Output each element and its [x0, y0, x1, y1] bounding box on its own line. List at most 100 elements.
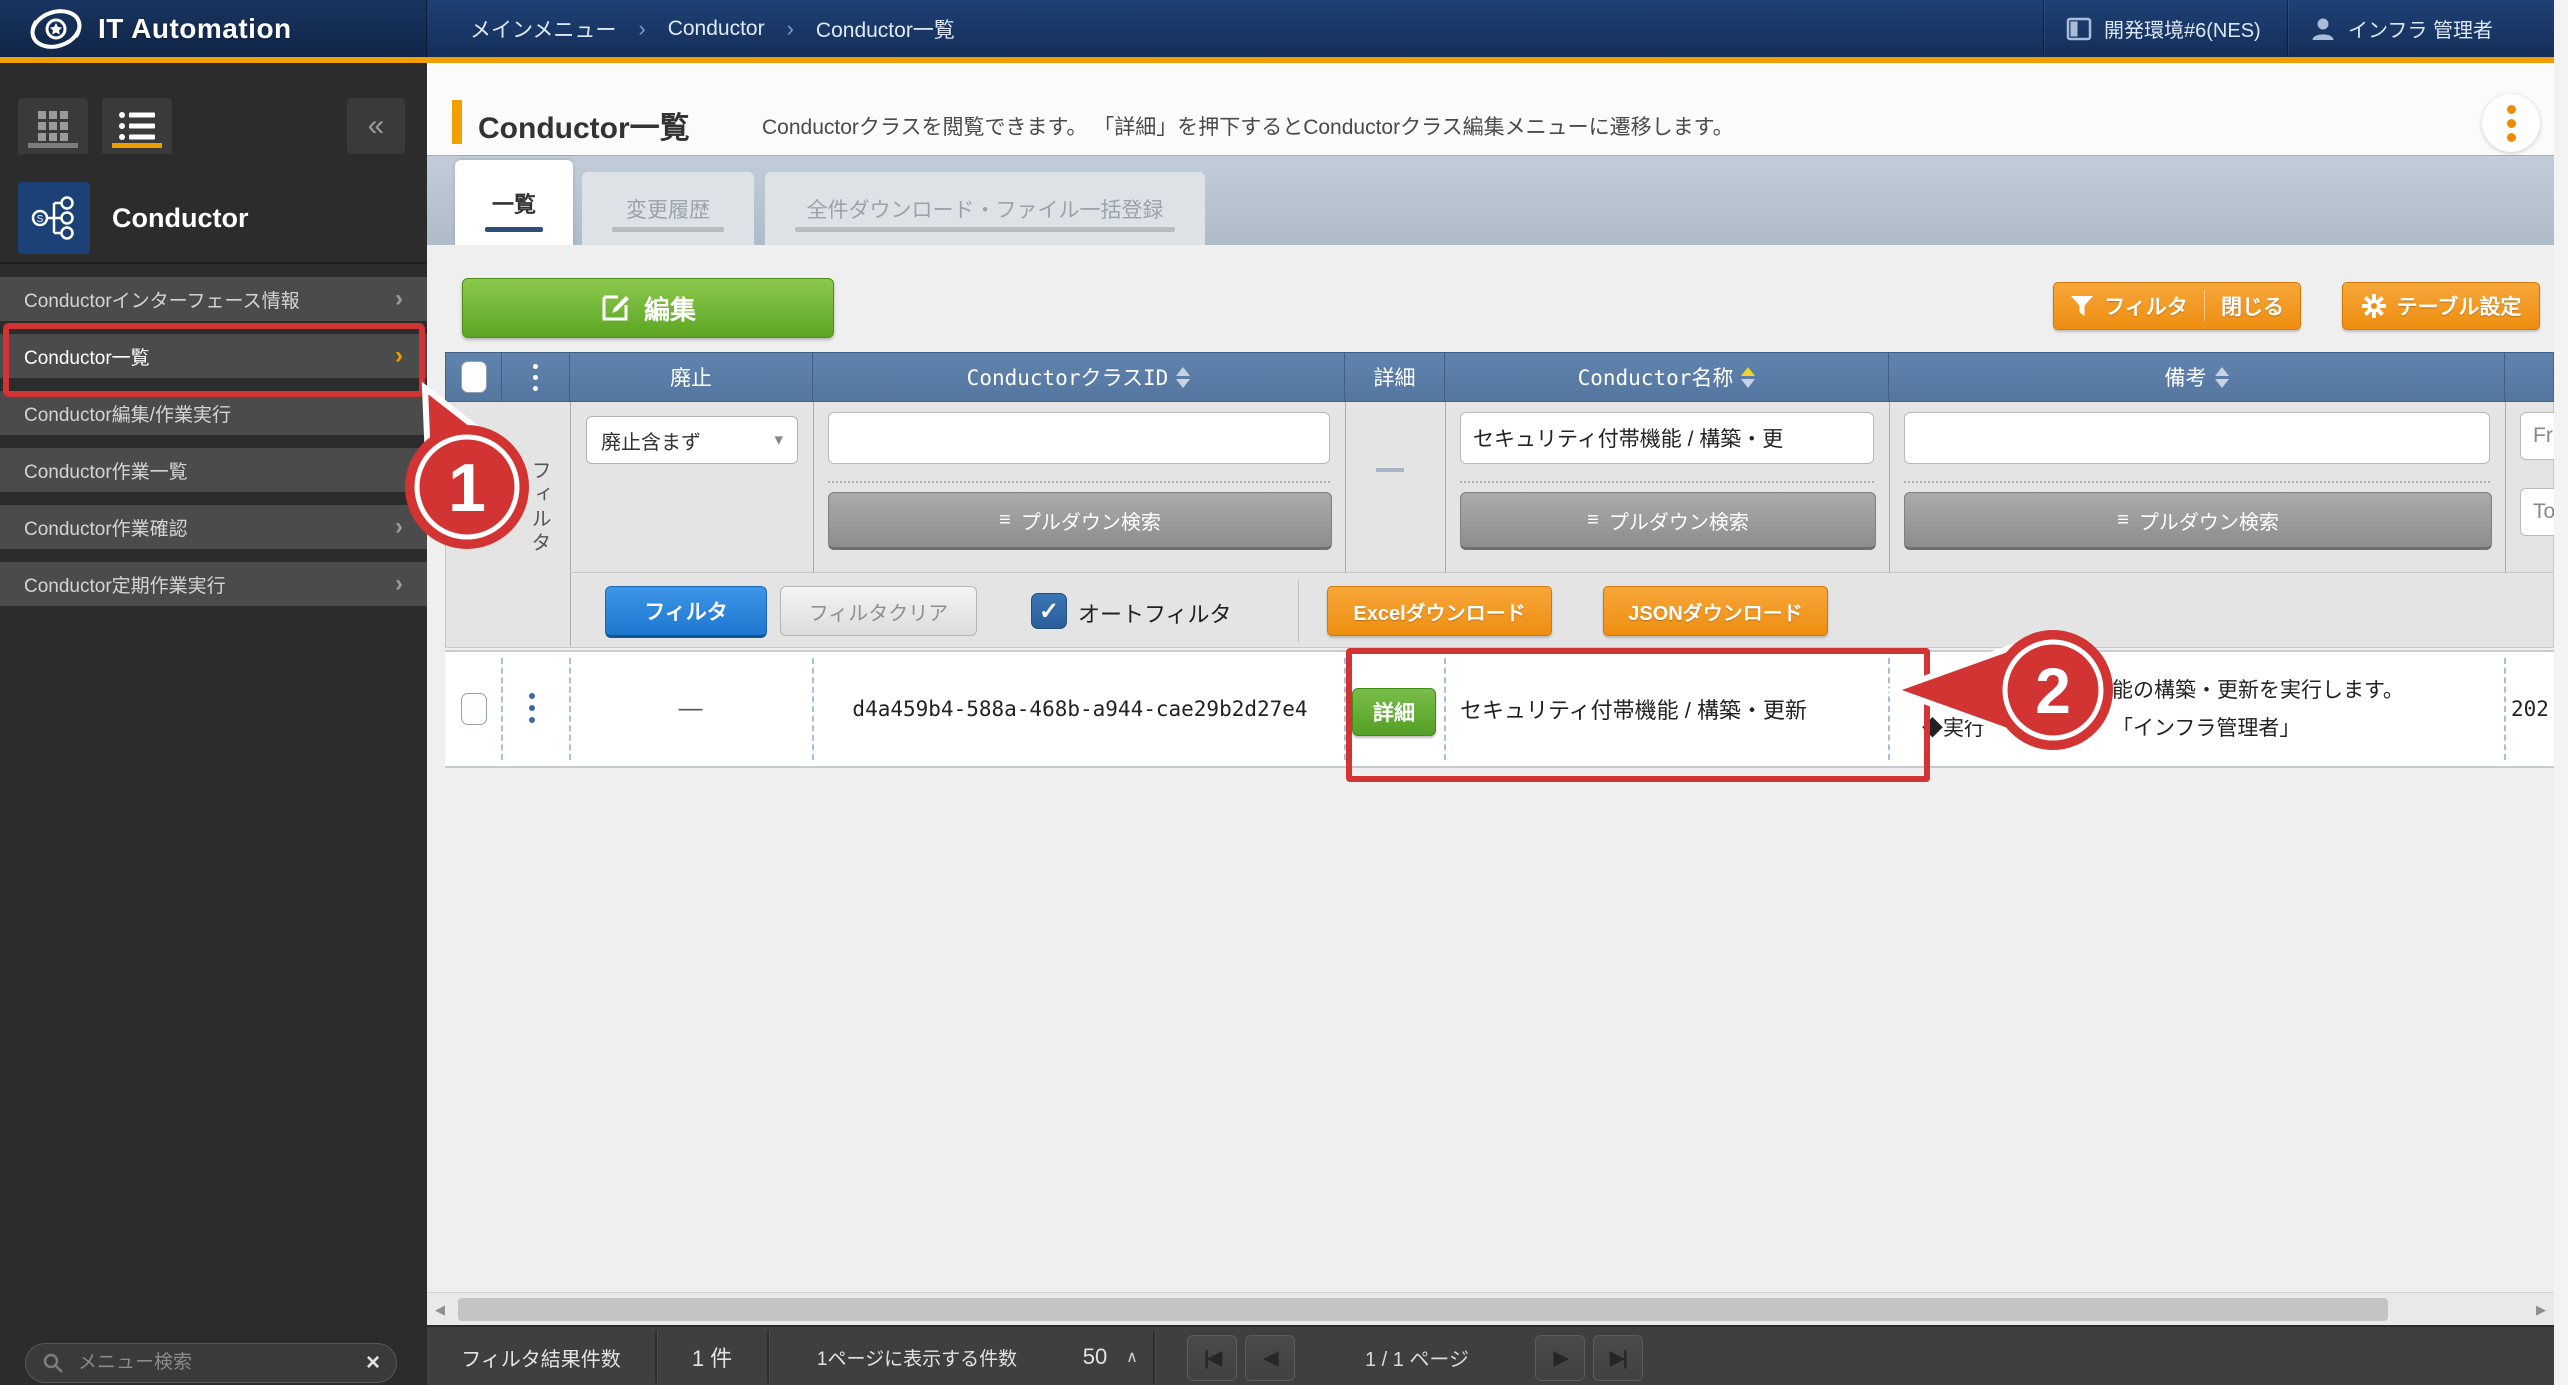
pencil-icon	[600, 293, 630, 323]
sidebar-collapse-button[interactable]: «	[347, 98, 405, 154]
tab-underline	[485, 227, 543, 232]
divider	[501, 658, 503, 760]
divider	[813, 402, 814, 572]
table-settings-label: テーブル設定	[2396, 296, 2522, 319]
sidebar-item-conductor-periodic-execute[interactable]: Conductor定期作業実行 ›	[0, 562, 427, 606]
per-page-label: 1ページに表示する件数	[816, 1348, 1018, 1370]
chevron-right-icon: ›	[395, 285, 403, 312]
filter-close-button[interactable]: 閉じる	[2205, 291, 2300, 321]
page-info: 1 / 1 ページ	[1364, 1348, 1470, 1371]
scroll-left-icon[interactable]: ◀	[427, 1293, 453, 1326]
pulldown-search-label: プルダウン検索	[1608, 511, 1749, 534]
tab-bulk-download-register[interactable]: 全件ダウンロード・ファイル一括登録	[765, 172, 1205, 245]
sidebar-item-label: Conductor定期作業実行	[24, 575, 226, 597]
header-note[interactable]: 備考	[1889, 353, 2505, 401]
search-clear-icon[interactable]: ×	[366, 1349, 380, 1377]
edit-button[interactable]: 編集	[462, 278, 834, 338]
class-id-pulldown-search-button[interactable]: ≡ プルダウン検索	[828, 492, 1332, 550]
list-icon: ≡	[999, 508, 1011, 531]
sort-icon[interactable]	[2214, 366, 2229, 388]
json-download-label: JSONダウンロード	[1628, 602, 1803, 625]
excel-download-button[interactable]: Excelダウンロード	[1327, 586, 1552, 636]
filter-clear-label: フィルタクリア	[808, 602, 949, 625]
row-menu-icon[interactable]	[529, 693, 535, 723]
page-next-button[interactable]: ▶	[1535, 1335, 1585, 1381]
note-filter-input[interactable]	[1904, 412, 2490, 464]
table-settings-button[interactable]: テーブル設定	[2342, 282, 2540, 330]
scrollbar-thumb[interactable]	[458, 1298, 2388, 1321]
sidebar-item-conductor-interface-info[interactable]: Conductorインターフェース情報 ›	[0, 277, 427, 321]
page-first-button[interactable]: |◀	[1187, 1335, 1237, 1381]
tab-underline	[112, 143, 162, 148]
breadcrumb-conductor-list: Conductor一覧	[815, 18, 955, 42]
user-menu[interactable]: インフラ 管理者	[2287, 0, 2554, 57]
divider	[828, 481, 1330, 483]
json-download-button[interactable]: JSONダウンロード	[1603, 586, 1828, 636]
tab-change-history[interactable]: 変更履歴	[582, 172, 754, 245]
filter-close-label: 閉じる	[2221, 296, 2284, 319]
name-pulldown-search-button[interactable]: ≡ プルダウン検索	[1460, 492, 1876, 550]
per-page-caret-icon[interactable]: ∧	[1117, 1327, 1147, 1385]
sidebar-item-label: Conductor編集/作業実行	[24, 404, 231, 426]
page-last-button[interactable]: ▶|	[1593, 1335, 1643, 1381]
pulldown-search-label: プルダウン検索	[2138, 511, 2279, 534]
detail-filter-dash	[1376, 468, 1404, 472]
tab-underline	[612, 227, 724, 232]
divider	[2505, 402, 2506, 572]
sidebar-tab-list[interactable]	[102, 98, 172, 154]
svg-text:S: S	[37, 214, 44, 225]
sidebar-item-conductor-work-list[interactable]: Conductor作業一覧	[0, 448, 427, 492]
page-prev-button[interactable]: ◀	[1245, 1335, 1295, 1381]
header-name[interactable]: Conductor名称	[1445, 353, 1889, 401]
divider	[570, 402, 571, 646]
class-id-filter-input[interactable]	[828, 412, 1330, 464]
tab-list[interactable]: 一覧	[455, 160, 573, 245]
row-checkbox[interactable]	[461, 693, 487, 725]
header-label: 詳細	[1373, 366, 1416, 390]
header-discard[interactable]: 廃止	[570, 353, 813, 401]
scroll-right-icon[interactable]: ▶	[2528, 1293, 2554, 1326]
list-icon: ≡	[1587, 508, 1599, 531]
filter-toggle-group: フィルタ 閉じる	[2053, 282, 2301, 330]
annotation-box-step1	[3, 323, 425, 397]
name-filter-input[interactable]	[1460, 412, 1874, 464]
auto-filter-checkbox[interactable]: ✓	[1031, 593, 1067, 629]
breadcrumb-main-menu[interactable]: メインメニュー	[470, 14, 616, 44]
page-menu-button[interactable]	[2482, 94, 2540, 152]
breadcrumb-separator-icon: ›	[638, 15, 646, 41]
sidebar-tab-grid[interactable]	[18, 98, 88, 154]
divider	[812, 658, 814, 760]
filter-apply-button[interactable]: フィルタ	[605, 586, 767, 638]
sort-icon[interactable]	[1176, 366, 1191, 388]
discard-filter-select[interactable]: 廃止含まず ▾	[586, 416, 798, 464]
page-title-bar	[427, 63, 2554, 155]
to-label: To	[2533, 500, 2556, 523]
filter-open-button[interactable]: フィルタ	[2054, 291, 2205, 321]
divider	[1153, 1331, 1155, 1383]
breadcrumb-conductor[interactable]: Conductor	[668, 17, 765, 41]
filter-clear-button[interactable]: フィルタクリア	[780, 586, 977, 636]
annotation-box-step2	[1346, 648, 1930, 782]
row-note-line2-right: 「インフラ管理者」	[2112, 717, 2301, 740]
filter-open-label: フィルタ	[2104, 296, 2188, 319]
horizontal-scrollbar[interactable]: ◀ ▶	[427, 1292, 2554, 1326]
sidebar-item-conductor-work-confirm[interactable]: Conductor作業確認 ›	[0, 505, 427, 549]
user-label: インフラ 管理者	[2348, 20, 2493, 42]
header-class-id[interactable]: ConductorクラスID	[813, 353, 1345, 401]
tab-label: 全件ダウンロード・ファイル一括登録	[806, 198, 1164, 222]
funnel-icon	[2070, 295, 2094, 317]
note-pulldown-search-button[interactable]: ≡ プルダウン検索	[1904, 492, 2492, 550]
it-automation-app: IT Automation メインメニュー › Conductor › Cond…	[0, 0, 2568, 1385]
menu-search-input[interactable]	[76, 1351, 354, 1375]
top-header: IT Automation メインメニュー › Conductor › Cond…	[0, 0, 2554, 57]
environment-selector[interactable]: 開発環境#6(NES)	[2043, 0, 2287, 57]
from-label: Fr	[2533, 424, 2553, 447]
sidebar-item-conductor-edit-execute[interactable]: Conductor編集/作業実行	[0, 391, 427, 435]
divider	[570, 572, 2553, 573]
annotation-balloon-step2: 2	[1884, 630, 2113, 750]
gear-icon	[2361, 293, 2387, 319]
sort-icon-active[interactable]	[1741, 366, 1756, 388]
divider	[1889, 402, 1890, 572]
sidebar-item-label: Conductor作業一覧	[24, 461, 188, 483]
divider	[2504, 658, 2506, 760]
